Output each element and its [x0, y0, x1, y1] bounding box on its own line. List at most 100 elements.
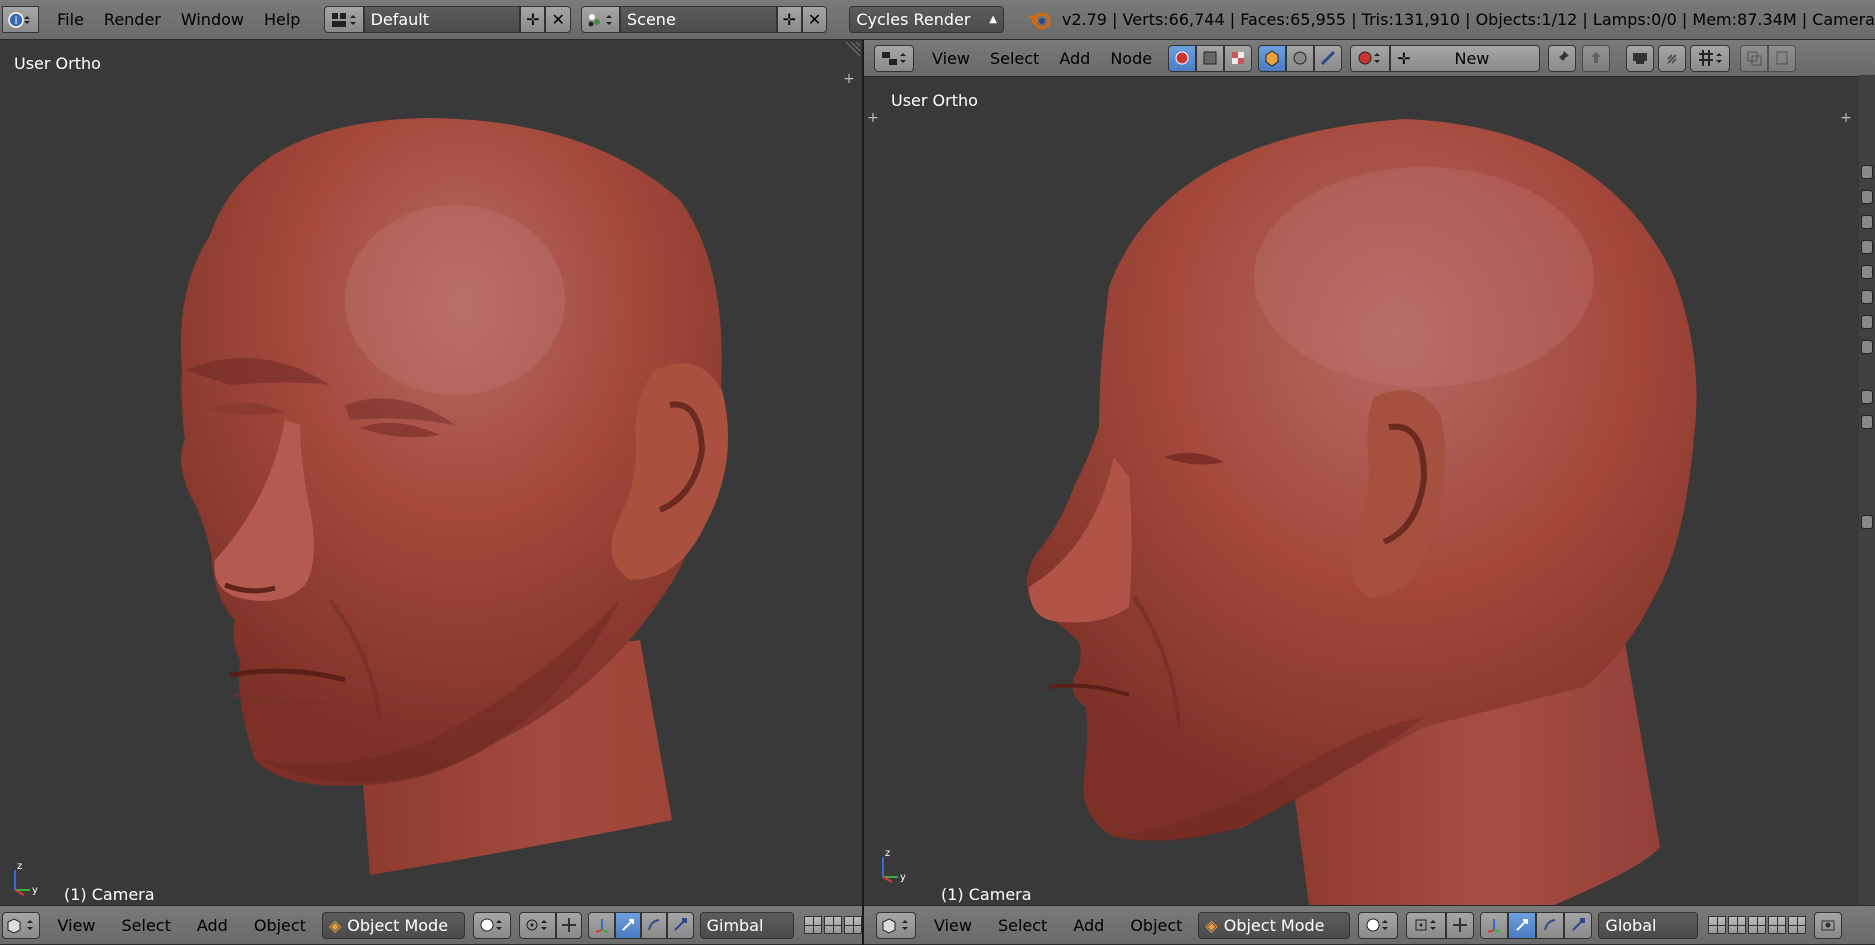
properties-tab[interactable]	[1861, 265, 1873, 279]
layer-grid-icon[interactable]	[804, 916, 823, 934]
right-orientation-dropdown[interactable]: Global	[1598, 911, 1699, 939]
close-icon: ✕	[807, 10, 822, 29]
node-menu-node[interactable]: Node	[1100, 49, 1162, 68]
new-material-button[interactable]: ✛ New	[1390, 44, 1541, 72]
scene-field[interactable]: Scene	[620, 6, 777, 33]
right-manipulator-toggle-icon[interactable]	[1446, 911, 1475, 939]
plus-icon: ✛	[526, 10, 540, 29]
editor-type-node-icon[interactable]	[874, 44, 914, 72]
left-pivot-point-icon[interactable]	[518, 911, 557, 939]
left-orientation-dropdown[interactable]: Gimbal	[699, 911, 795, 939]
right-menu-view[interactable]: View	[924, 916, 982, 935]
properties-tab[interactable]	[1861, 415, 1873, 429]
snap-toggle-icon[interactable]	[1658, 44, 1687, 72]
layer-grid-icon[interactable]	[1788, 916, 1807, 934]
right-menu-select[interactable]: Select	[988, 916, 1057, 935]
new-material-label: New	[1454, 48, 1490, 68]
add-screen-button[interactable]: ✛	[520, 6, 546, 33]
layer-grid-icon[interactable]	[844, 916, 863, 934]
properties-tab[interactable]	[1861, 515, 1873, 529]
svg-text:i: i	[14, 14, 17, 27]
properties-tab[interactable]	[1861, 390, 1873, 404]
lock-camera-icon[interactable]	[1814, 911, 1843, 939]
node-menu-view[interactable]: View	[922, 49, 980, 68]
close-icon: ✕	[551, 10, 565, 29]
menu-render[interactable]: Render	[94, 10, 171, 29]
editor-type-3dview-icon[interactable]	[2, 911, 40, 939]
menu-help[interactable]: Help	[254, 10, 310, 29]
right-layers-grid-icon[interactable]	[1708, 916, 1807, 934]
left-3d-viewport[interactable]: User Ortho + z y (1) Camera	[0, 40, 862, 905]
material-browse-icon[interactable]	[1350, 44, 1391, 72]
properties-tab[interactable]	[1861, 165, 1873, 179]
left-mode-dropdown[interactable]: ◈ Object Mode	[321, 911, 465, 939]
left-rotate-manipulator-icon[interactable]	[614, 911, 641, 939]
snap-element-icon[interactable]	[1690, 44, 1731, 72]
properties-tab[interactable]	[1861, 240, 1873, 254]
layer-grid-icon[interactable]	[1768, 916, 1787, 934]
backdrop-icon[interactable]	[1626, 44, 1655, 72]
right-object-label: (1) Camera	[941, 885, 1032, 904]
left-translate-manipulator-icon[interactable]	[588, 911, 615, 939]
left-scale-manipulator-icon[interactable]	[640, 911, 668, 939]
right-translate-manipulator-icon[interactable]	[1480, 911, 1509, 939]
texture-nodes-icon[interactable]	[1224, 44, 1253, 72]
right-rotate-manipulator-icon[interactable]	[1508, 911, 1537, 939]
right-viewport-shading-icon[interactable]	[1358, 911, 1399, 939]
editor-type-3dview-icon[interactable]	[876, 911, 916, 939]
properties-tab[interactable]	[1861, 190, 1873, 204]
render-engine-dropdown[interactable]: Cycles Render ▲	[849, 6, 1004, 33]
right-scale-manipulator-icon[interactable]	[1536, 911, 1565, 939]
menu-file[interactable]: File	[47, 10, 94, 29]
layer-grid-icon[interactable]	[1748, 916, 1767, 934]
left-menu-object[interactable]: Object	[244, 916, 316, 935]
shader-nodes-icon[interactable]	[1168, 44, 1197, 72]
delete-screen-button[interactable]: ✕	[545, 6, 571, 33]
node-menu-select[interactable]: Select	[980, 49, 1049, 68]
area-split-corner-icon[interactable]	[844, 40, 862, 58]
linestyle-shader-icon[interactable]	[1314, 44, 1343, 72]
parent-node-tree-icon[interactable]	[1582, 44, 1611, 72]
editor-type-info-icon[interactable]: i	[2, 6, 40, 33]
scene-icon[interactable]	[580, 6, 620, 33]
left-layers-grid-icon[interactable]	[804, 916, 863, 934]
right-menu-add[interactable]: Add	[1063, 916, 1114, 935]
right-pivot-point-icon[interactable]	[1406, 911, 1447, 939]
right-3d-viewport[interactable]: User Ortho + + z y (1) Camera	[864, 77, 1859, 905]
object-shader-icon[interactable]	[1258, 44, 1287, 72]
screen-layout-icon[interactable]	[324, 6, 364, 33]
left-menu-add[interactable]: Add	[187, 916, 238, 935]
properties-tab[interactable]	[1861, 290, 1873, 304]
left-menu-view[interactable]: View	[48, 916, 106, 935]
head-model-profile	[1026, 119, 1697, 905]
compositing-nodes-icon[interactable]	[1196, 44, 1225, 72]
right-orientation-label: Global	[1605, 915, 1657, 935]
layer-grid-icon[interactable]	[824, 916, 843, 934]
layer-grid-icon[interactable]	[1728, 916, 1747, 934]
left-viewport-shading-icon[interactable]	[472, 911, 511, 939]
copy-nodes-icon[interactable]	[1740, 44, 1769, 72]
layer-grid-icon[interactable]	[1708, 916, 1727, 934]
menu-window[interactable]: Window	[171, 10, 254, 29]
top-info-bar: i File Render Window Help Default ✛ ✕ Sc…	[0, 0, 1875, 40]
left-menu-select[interactable]: Select	[112, 916, 181, 935]
object-mode-icon: ◈	[1205, 915, 1218, 935]
node-menu-add[interactable]: Add	[1049, 49, 1100, 68]
pin-icon[interactable]	[1548, 44, 1577, 72]
right-menu-object[interactable]: Object	[1120, 916, 1192, 935]
delete-scene-button[interactable]: ✕	[801, 6, 828, 33]
properties-tab[interactable]	[1861, 340, 1873, 354]
right-mode-dropdown[interactable]: ◈ Object Mode	[1198, 911, 1351, 939]
left-scale-tool-icon[interactable]	[667, 911, 694, 939]
svg-text:z: z	[17, 861, 22, 872]
screen-layout-field[interactable]: Default	[363, 6, 521, 33]
add-scene-button[interactable]: ✛	[776, 6, 802, 33]
properties-tab[interactable]	[1861, 215, 1873, 229]
world-shader-icon[interactable]	[1286, 44, 1315, 72]
left-manipulator-toggle-icon[interactable]	[556, 911, 583, 939]
render-engine-label: Cycles Render	[856, 10, 971, 29]
right-scale-tool-icon[interactable]	[1564, 911, 1593, 939]
properties-tab[interactable]	[1861, 315, 1873, 329]
paste-nodes-icon[interactable]	[1768, 44, 1797, 72]
screen-layout-name: Default	[370, 10, 430, 29]
